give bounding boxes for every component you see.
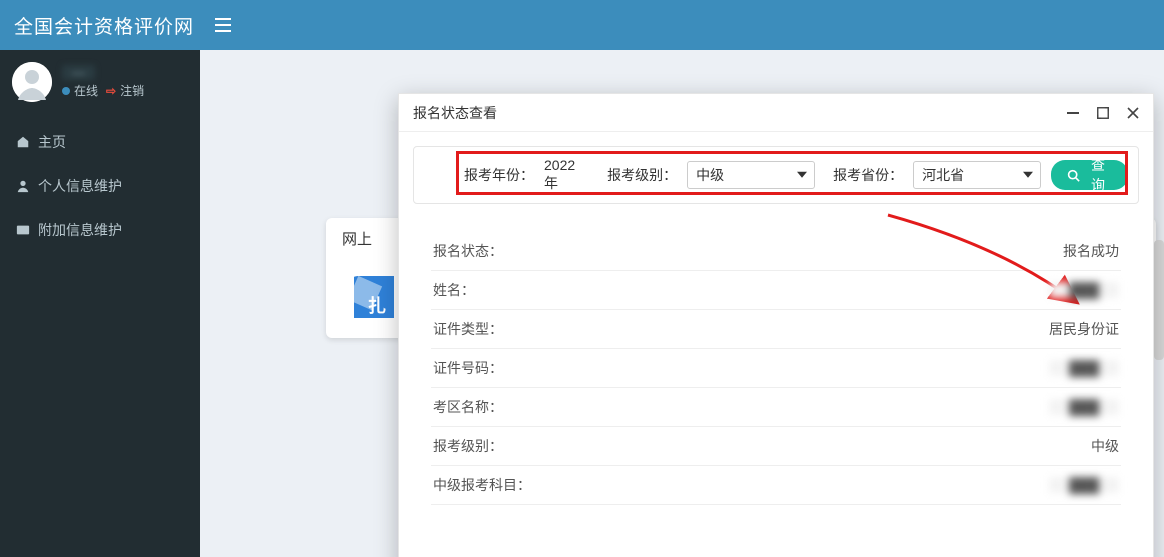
user-name: — [62,65,95,80]
result-label: 证件类型： [433,319,503,339]
result-row: 报名状态： 报名成功 [431,232,1121,271]
avatar [12,62,52,102]
user-icon [16,179,30,193]
year-value: 2022年 [544,157,589,193]
result-label: 报考级别： [433,436,503,456]
sidebar-item-label: 个人信息维护 [38,176,122,196]
result-value: 中级 [1091,436,1119,456]
result-value: ███ [1049,282,1119,298]
topbar: 全国会计资格评价网 [0,0,1164,50]
logout-link[interactable]: 注销 [120,82,144,99]
background-card-title: 网上 [342,231,372,248]
year-label: 报考年份： [464,165,534,185]
result-value: ███ [1049,360,1119,376]
province-select[interactable]: 河北省 [913,161,1041,189]
query-button[interactable]: 查询 [1051,160,1128,190]
sidebar-toggle[interactable] [200,0,246,50]
background-card-icon: 扎 [354,268,394,318]
result-value: ███ [1049,477,1119,493]
menu-icon [215,18,231,32]
modal-registration-status: 报名状态查看 报考年份： 2022年 报考级别： [398,93,1154,557]
modal-title: 报名状态查看 [413,103,497,123]
close-button[interactable] [1125,105,1141,121]
sidebar-nav: 主页 个人信息维护 附加信息维护 [0,120,200,252]
query-button-label: 查询 [1084,155,1112,195]
result-row: 证件号码： ███ [431,349,1121,388]
sidebar-item-profile[interactable]: 个人信息维护 [0,164,200,208]
result-panel: 报名状态： 报名成功姓名： ███ 证件类型： 居民身份证证件号码： ███ 考区名称： ██… [413,226,1139,505]
maximize-button[interactable] [1095,105,1111,121]
result-value: 居民身份证 [1049,319,1119,339]
result-row: 证件类型： 居民身份证 [431,310,1121,349]
result-label: 报名状态： [433,241,503,261]
maximize-icon [1096,106,1110,120]
result-label: 证件号码： [433,358,503,378]
modal-actions [1065,105,1141,121]
scrollbar[interactable] [1154,240,1164,360]
content-area: 网上 扎 报名状态查看 报考年份： [200,50,1164,557]
result-row: 报考级别： 中级 [431,427,1121,466]
card-icon [16,223,30,237]
result-label: 中级报考科目： [433,475,531,495]
online-dot-icon [62,87,70,95]
brand-title: 全国会计资格评价网 [0,0,200,50]
sidebar-item-label: 主页 [38,132,66,152]
sidebar-item-extra[interactable]: 附加信息维护 [0,208,200,252]
result-row: 姓名： ███ [431,271,1121,310]
query-row: 报考年份： 2022年 报考级别： 中级 报考省份： 河北省 [424,157,1128,193]
result-row: 中级报考科目： ███ [431,466,1121,505]
result-value: 报名成功 [1063,241,1119,261]
minimize-button[interactable] [1065,105,1081,121]
result-row: 考区名称： ███ [431,388,1121,427]
province-label: 报考省份： [833,165,903,185]
level-select[interactable]: 中级 [687,161,815,189]
sidebar: — 在线 ⇨ 注销 主页 个人信息维护 附加信息维护 [0,50,200,557]
query-card: 报考年份： 2022年 报考级别： 中级 报考省份： 河北省 [413,146,1139,204]
user-panel: — 在线 ⇨ 注销 [0,50,200,112]
home-icon [16,135,30,149]
result-label: 考区名称： [433,397,503,417]
modal-body: 报考年份： 2022年 报考级别： 中级 报考省份： 河北省 [399,132,1153,509]
minimize-icon [1067,112,1079,114]
level-label: 报考级别： [607,165,677,185]
sidebar-item-label: 附加信息维护 [38,220,122,240]
logout-arrow-icon: ⇨ [106,84,116,98]
online-label: 在线 [74,82,98,99]
result-value: ███ [1049,399,1119,415]
modal-header: 报名状态查看 [399,94,1153,132]
sidebar-item-home[interactable]: 主页 [0,120,200,164]
search-icon [1067,169,1080,182]
result-label: 姓名： [433,280,475,300]
close-icon [1126,106,1140,120]
